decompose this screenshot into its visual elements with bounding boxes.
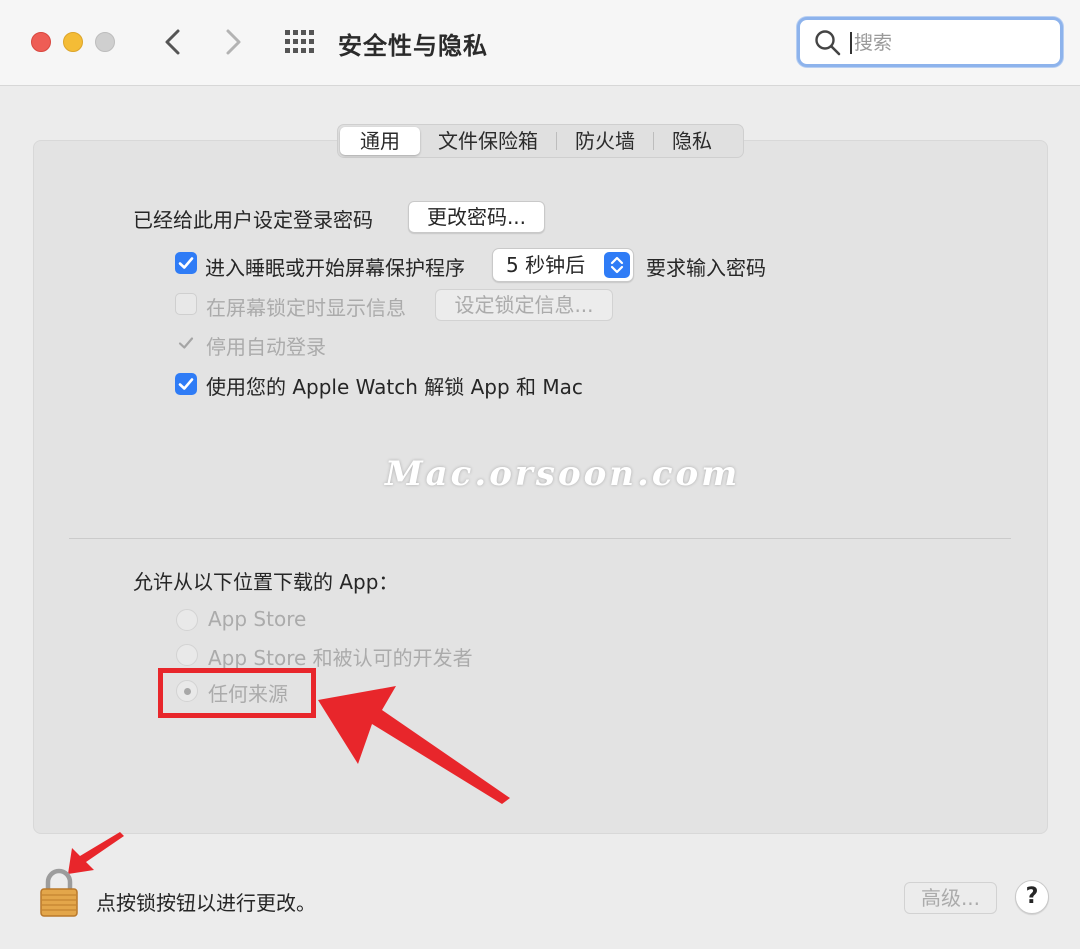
close-window-button[interactable] (31, 32, 51, 52)
password-set-label: 已经给此用户设定登录密码 (133, 208, 373, 232)
radio-identified-developers-label: App Store 和被认可的开发者 (208, 646, 473, 670)
disable-auto-login-label: 停用自动登录 (206, 335, 326, 359)
require-password-label: 进入睡眠或开始屏幕保护程序 (205, 256, 465, 280)
advanced-button[interactable]: 高级... (904, 882, 997, 914)
chevron-right-icon (226, 29, 241, 55)
search-field[interactable] (797, 17, 1063, 67)
disable-auto-login-checkbox[interactable] (175, 332, 197, 354)
search-input[interactable] (854, 28, 1049, 58)
show-all-button[interactable] (283, 28, 317, 56)
back-button[interactable] (155, 22, 191, 62)
minimize-window-button[interactable] (63, 32, 83, 52)
radio-identified-developers[interactable] (176, 644, 198, 666)
password-delay-select[interactable]: 5 秒钟后 (492, 248, 634, 282)
show-message-label: 在屏幕锁定时显示信息 (206, 296, 406, 320)
annotation-arrow-icon (318, 686, 510, 804)
apple-watch-unlock-checkbox[interactable] (175, 373, 197, 395)
title-bar: 安全性与隐私 (0, 0, 1080, 86)
require-password-suffix: 要求输入密码 (646, 256, 766, 280)
set-lock-message-button[interactable]: 设定锁定信息... (435, 289, 613, 321)
radio-app-store-label: App Store (208, 607, 307, 631)
checkmark-icon (178, 257, 194, 269)
tab-bar: 通用 文件保险箱 防火墙 隐私 (337, 124, 744, 158)
checkmark-icon (178, 337, 194, 349)
zoom-window-button[interactable] (95, 32, 115, 52)
annotation-highlight-box (158, 668, 316, 718)
require-password-checkbox[interactable] (175, 252, 197, 274)
watermark: Mac.orsoon.com (385, 454, 741, 494)
grid-icon (285, 30, 314, 53)
updown-icon (604, 252, 630, 278)
help-button[interactable]: ? (1015, 880, 1049, 914)
checkmark-icon (178, 378, 194, 390)
apple-watch-unlock-label: 使用您的 Apple Watch 解锁 App 和 Mac (206, 375, 583, 399)
password-delay-value: 5 秒钟后 (506, 253, 586, 277)
section-divider (69, 538, 1011, 539)
forward-button[interactable] (215, 22, 251, 62)
tab-general[interactable]: 通用 (340, 127, 420, 155)
text-caret (850, 32, 852, 54)
tab-privacy[interactable]: 隐私 (654, 127, 730, 155)
window-title: 安全性与隐私 (338, 32, 488, 60)
show-message-checkbox[interactable] (175, 293, 197, 315)
tab-firewall[interactable]: 防火墙 (557, 127, 653, 155)
radio-app-store[interactable] (176, 609, 198, 631)
allow-apps-heading: 允许从以下位置下载的 App： (133, 570, 399, 594)
chevron-left-icon (165, 29, 180, 55)
tab-filevault[interactable]: 文件保险箱 (420, 127, 556, 155)
lock-icon[interactable] (38, 868, 80, 918)
search-icon (815, 30, 841, 56)
change-password-button[interactable]: 更改密码... (408, 201, 545, 233)
lock-hint-text: 点按锁按钮以进行更改。 (96, 891, 316, 915)
